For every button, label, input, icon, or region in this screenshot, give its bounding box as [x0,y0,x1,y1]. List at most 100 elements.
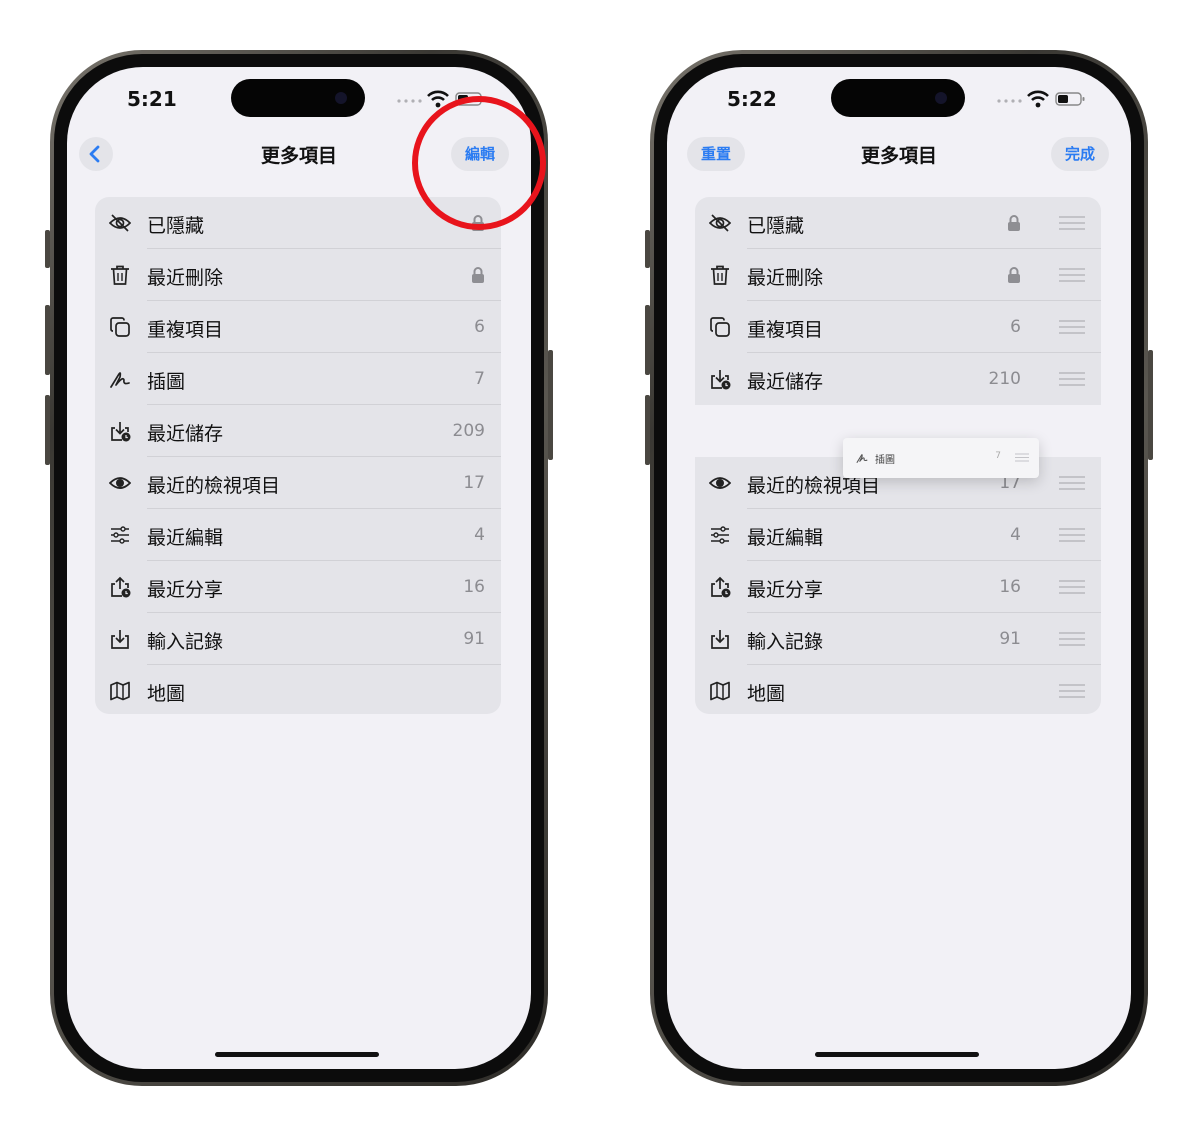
list-item-map[interactable]: 地圖 [695,665,1101,717]
reorder-handle-icon[interactable] [1059,216,1085,230]
item-count: 209 [452,421,485,441]
dynamic-island [831,79,965,117]
scribble-icon [856,454,868,463]
list-item-label: 最近編輯 [747,527,824,549]
item-count: 16 [999,577,1021,597]
list-item-recently-saved[interactable]: 最近儲存 210 [695,353,1101,405]
list-item-label: 最近儲存 [147,423,224,445]
reorder-handle-icon[interactable] [1059,268,1085,282]
list-item-label: 最近的檢視項目 [147,475,281,497]
tray-download-badge-icon [711,370,731,390]
volume-up-button [45,305,50,375]
reorder-handle-icon[interactable] [1059,580,1085,594]
list-item-label: 最近刪除 [747,267,824,289]
home-indicator [215,1052,379,1057]
list-item-label: 已隱藏 [147,215,205,237]
battery-icon [1055,92,1085,106]
item-count: 7 [474,369,485,389]
more-items-list: 已隱藏 最近刪除 重複項目 6 [95,197,501,714]
sliders-icon [711,526,729,544]
list-item-label: 重複項目 [747,319,824,341]
dragging-list-item-illustrations[interactable]: 插圖 7 [843,438,1039,478]
list-item-map[interactable]: 地圖 [95,665,501,717]
wifi-icon [1027,90,1049,108]
screen-right: 5:22 重置 更多項目 完成 已隱藏 最近刪除 重複項目 6 最近儲存 210… [667,67,1131,1069]
list-item-recently-shared[interactable]: 最近分享 16 [95,561,501,613]
reorder-handle-icon[interactable] [1059,372,1085,386]
list-item-label: 重複項目 [147,319,224,341]
import-icon [111,630,129,649]
eye-icon [709,477,731,489]
list-item-recently-deleted[interactable]: 最近刪除 [95,249,501,301]
reorder-handle-icon[interactable] [1059,528,1085,542]
eye-slash-icon [709,214,731,232]
list-item-label: 地圖 [147,683,186,705]
share-badge-icon [711,576,731,598]
map-icon [110,681,130,701]
item-count: 210 [988,369,1021,389]
list-item-duplicates[interactable]: 重複項目 6 [95,301,501,353]
duplicate-icon [110,317,130,337]
lock-icon [1008,267,1020,283]
reorder-handle-icon[interactable] [1015,453,1029,462]
list-item-recently-deleted[interactable]: 最近刪除 [695,249,1101,301]
item-count: 4 [1010,525,1021,545]
signal-dots-icon [397,99,422,103]
lock-icon [1008,215,1020,231]
phone-right: 5:22 重置 更多項目 完成 已隱藏 最近刪除 重複項目 6 最近儲存 210… [645,50,1153,1086]
list-item-label: 最近編輯 [147,527,224,549]
item-count: 7 [995,451,1001,461]
list-item-imports[interactable]: 輸入記錄 91 [695,613,1101,665]
item-count: 6 [1010,317,1021,337]
list-item-label: 輸入記錄 [147,631,224,653]
list-item-label: 插圖 [147,371,186,393]
share-badge-icon [111,576,131,598]
list-item-duplicates[interactable]: 重複項目 6 [695,301,1101,353]
reorder-handle-icon[interactable] [1059,632,1085,646]
camera-icon [935,92,947,104]
navigation-bar: 重置 更多項目 完成 [667,135,1131,173]
reorder-handle-icon[interactable] [1059,684,1085,698]
duplicate-icon [710,317,730,337]
list-item-recently-viewed[interactable]: 最近的檢視項目 17 [95,457,501,509]
status-time: 5:21 [127,87,177,111]
list-item-illustrations[interactable]: 插圖 7 [95,353,501,405]
volume-down-button [45,395,50,465]
list-item-label: 地圖 [747,683,786,705]
tray-download-badge-icon [111,422,131,442]
eye-icon [109,477,131,489]
power-button [548,350,553,460]
volume-down-button [645,395,650,465]
trash-icon [111,265,129,285]
list-item-imports[interactable]: 輸入記錄 91 [95,613,501,665]
list-item-label: 插圖 [875,455,895,466]
list-item-label: 輸入記錄 [747,631,824,653]
trash-icon [711,265,729,285]
list-item-label: 已隱藏 [747,215,805,237]
home-indicator [815,1052,979,1057]
power-button [1148,350,1153,460]
dynamic-island [231,79,365,117]
list-item-recently-shared[interactable]: 最近分享 16 [695,561,1101,613]
list-item-hidden[interactable]: 已隱藏 [695,197,1101,249]
item-count: 91 [999,629,1021,649]
signal-dots-icon [997,99,1022,103]
list-item-recently-saved[interactable]: 最近儲存 209 [95,405,501,457]
scribble-icon [110,372,130,388]
list-item-recently-edited[interactable]: 最近編輯 4 [695,509,1101,561]
item-count: 6 [474,317,485,337]
action-button [645,230,650,268]
list-item-label: 最近儲存 [747,371,824,393]
list-item-label: 最近分享 [747,579,824,601]
reorder-handle-icon[interactable] [1059,476,1085,490]
done-button[interactable]: 完成 [1051,137,1109,171]
item-count: 91 [463,629,485,649]
item-count: 17 [463,473,485,493]
reorder-handle-icon[interactable] [1059,320,1085,334]
sliders-icon [111,526,129,544]
lock-icon [472,267,484,283]
status-time: 5:22 [727,87,777,111]
status-icons [997,89,1107,111]
highlight-circle-annotation [412,96,546,230]
list-item-recently-edited[interactable]: 最近編輯 4 [95,509,501,561]
